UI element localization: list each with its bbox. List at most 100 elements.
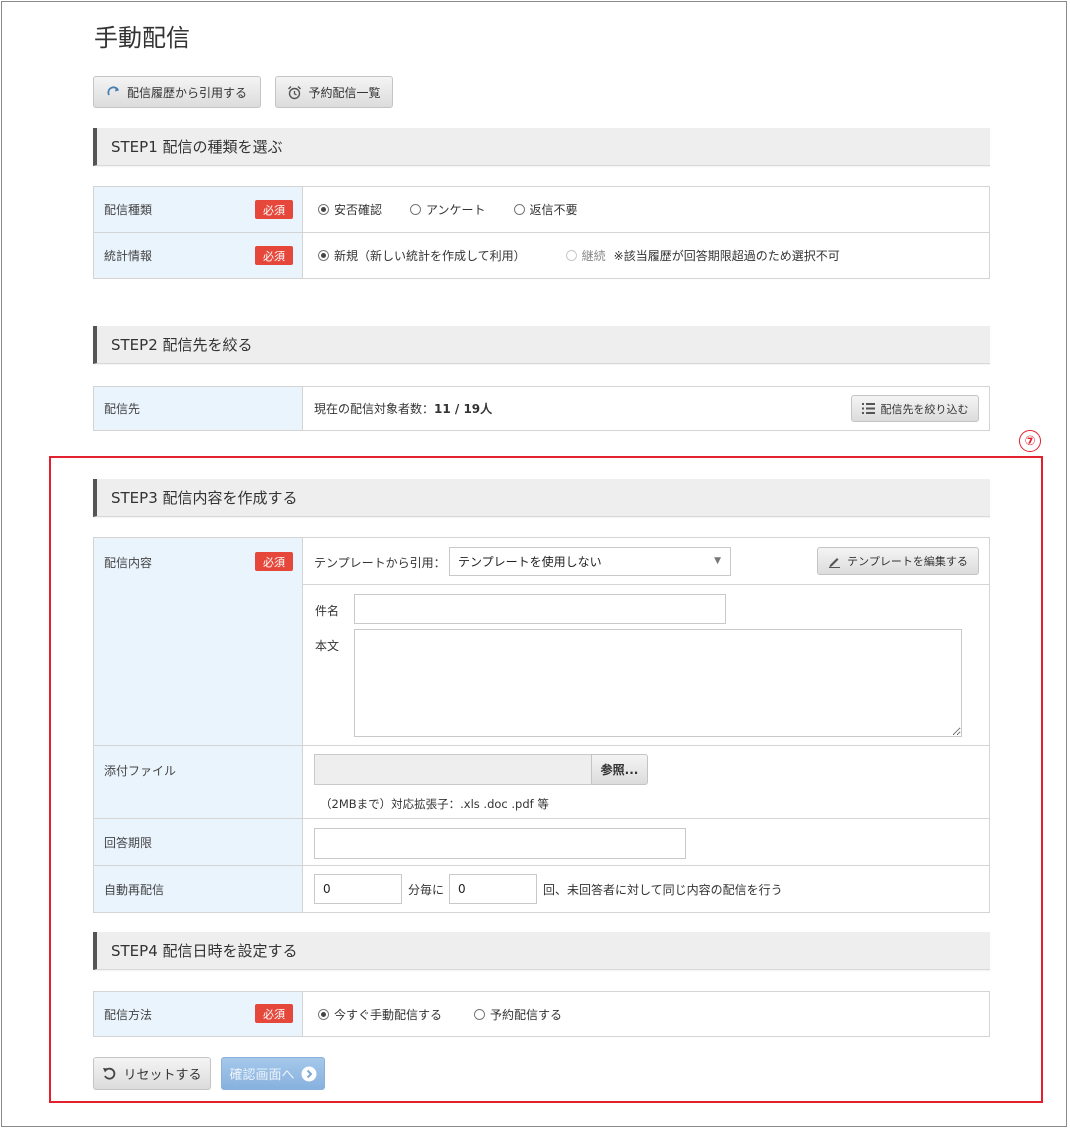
method-label-cell: 配信方法 必須 bbox=[94, 992, 303, 1036]
template-select[interactable]: テンプレートを使用しない ▼ bbox=[449, 547, 731, 576]
content-row: 配信内容 必須 テンプレートから引用： テンプレートを使用しない ▼ テンプレー… bbox=[94, 538, 989, 746]
template-prefix: テンプレートから引用： bbox=[314, 556, 446, 570]
deadline-label: 回答期限 bbox=[104, 835, 153, 850]
radio-dot bbox=[318, 250, 329, 261]
step2-table: 配信先 現在の配信対象者数： 11 / 19人 配信先を絞り込む bbox=[93, 386, 990, 431]
radio-dot bbox=[565, 250, 577, 261]
step2-header: STEP2 配信先を絞る bbox=[93, 326, 990, 364]
target-cell: 現在の配信対象者数： 11 / 19人 配信先を絞り込む bbox=[303, 387, 989, 430]
type-options: 安否確認 アンケート 返信不要 bbox=[303, 187, 989, 232]
filter-targets-button[interactable]: 配信先を絞り込む bbox=[851, 395, 979, 422]
radio-dot bbox=[318, 204, 329, 215]
radio-safety-check[interactable]: 安否確認 bbox=[318, 201, 382, 218]
stats-options: 新規（新しい統計を作成して利用） 継続 ※該当履歴が回答期限超過のため選択不可 bbox=[303, 233, 989, 278]
browse-button[interactable]: 参照... bbox=[591, 754, 648, 785]
method-options: 今すぐ手動配信する 予約配信する bbox=[303, 992, 989, 1036]
radio-dot bbox=[513, 204, 525, 215]
radio-dot bbox=[474, 1008, 486, 1020]
radio-label: 予約配信する bbox=[490, 1007, 563, 1022]
auto-resend-label-cell: 自動再配信 bbox=[94, 866, 303, 912]
step1-header: STEP1 配信の種類を選ぶ bbox=[93, 128, 990, 166]
history-quote-button[interactable]: 配信履歴から引用する bbox=[93, 76, 261, 108]
confirm-button[interactable]: 確認画面へ bbox=[221, 1057, 325, 1090]
filter-targets-label: 配信先を絞り込む bbox=[880, 402, 969, 416]
stats-label-cell: 統計情報 必須 bbox=[94, 233, 303, 278]
undo-icon bbox=[103, 1067, 116, 1080]
refresh-icon bbox=[107, 86, 119, 96]
pencil-icon bbox=[829, 557, 841, 568]
deadline-row: 回答期限 bbox=[94, 819, 989, 866]
radio-schedule[interactable]: 予約配信する bbox=[474, 1006, 562, 1023]
resend-times-input[interactable]: 0 bbox=[449, 874, 537, 904]
confirm-label: 確認画面へ bbox=[229, 1068, 295, 1083]
content-label: 配信内容 bbox=[104, 556, 153, 570]
attachment-label: 添付ファイル bbox=[104, 764, 177, 778]
auto-resend-cell: 0 分毎に 0 回、未回答者に対して同じ内容の配信を行う bbox=[303, 866, 989, 912]
radio-dot bbox=[410, 204, 422, 215]
auto-resend-label: 自動再配信 bbox=[104, 882, 165, 897]
subject-input[interactable] bbox=[354, 594, 726, 624]
radio-no-reply[interactable]: 返信不要 bbox=[513, 201, 578, 218]
step1-table: 配信種類 必須 安否確認 アンケート 返信不要 統計情報 必須 新規（新しい統計… bbox=[93, 186, 990, 279]
deadline-cell bbox=[303, 819, 989, 865]
body-label: 本文 bbox=[315, 639, 340, 653]
required-badge: 必須 bbox=[255, 246, 293, 265]
radio-stats-continue: 継続 bbox=[565, 247, 606, 264]
required-badge: 必須 bbox=[255, 200, 293, 219]
content-label-cell: 配信内容 必須 bbox=[94, 538, 303, 745]
radio-send-now[interactable]: 今すぐ手動配信する bbox=[318, 1006, 442, 1023]
chevron-down-icon: ▼ bbox=[714, 556, 721, 566]
subject-label: 件名 bbox=[315, 604, 340, 618]
resend-suffix-text: 回、未回答者に対して同じ内容の配信を行う bbox=[543, 883, 783, 897]
scheduled-list-label: 予約配信一覧 bbox=[308, 85, 381, 100]
radio-label: 安否確認 bbox=[334, 203, 383, 217]
scheduled-list-button[interactable]: 予約配信一覧 bbox=[275, 76, 393, 108]
resend-minutes-input[interactable]: 0 bbox=[314, 874, 402, 904]
deadline-input[interactable] bbox=[314, 828, 686, 859]
method-row: 配信方法 必須 今すぐ手動配信する 予約配信する bbox=[94, 992, 989, 1036]
target-row: 配信先 現在の配信対象者数： 11 / 19人 配信先を絞り込む bbox=[94, 387, 989, 430]
alarm-clock-icon bbox=[288, 85, 302, 99]
required-badge: 必須 bbox=[255, 552, 293, 571]
step3-header: STEP3 配信内容を作成する bbox=[93, 479, 990, 517]
radio-label: 新規（新しい統計を作成して利用） bbox=[334, 249, 526, 263]
attachment-label-cell: 添付ファイル bbox=[94, 746, 303, 818]
type-label-cell: 配信種類 必須 bbox=[94, 187, 303, 232]
method-label: 配信方法 bbox=[104, 1007, 153, 1022]
file-path-field[interactable] bbox=[314, 754, 592, 785]
resend-every-text: 分毎に bbox=[408, 883, 445, 897]
target-label: 配信先 bbox=[104, 402, 141, 416]
type-label: 配信種類 bbox=[104, 203, 153, 217]
required-badge: 必須 bbox=[255, 1004, 293, 1023]
radio-dot bbox=[318, 1008, 329, 1020]
target-label-cell: 配信先 bbox=[94, 387, 303, 430]
stats-label: 統計情報 bbox=[104, 249, 153, 263]
template-bar: テンプレートから引用： テンプレートを使用しない ▼ テンプレートを編集する bbox=[303, 538, 989, 585]
target-count-prefix: 現在の配信対象者数： bbox=[314, 402, 435, 416]
step4-table: 配信方法 必須 今すぐ手動配信する 予約配信する bbox=[93, 991, 990, 1037]
attachment-cell: 参照... （2MBまで）対応拡張子：.xls .doc .pdf 等 bbox=[303, 746, 989, 818]
list-icon bbox=[861, 403, 875, 414]
attachment-note: （2MBまで）対応拡張子：.xls .doc .pdf 等 bbox=[320, 797, 549, 811]
stats-note: ※該当履歴が回答期限超過のため選択不可 bbox=[613, 249, 840, 263]
radio-label: アンケート bbox=[426, 203, 486, 217]
edit-template-button[interactable]: テンプレートを編集する bbox=[817, 547, 979, 575]
type-row: 配信種類 必須 安否確認 アンケート 返信不要 bbox=[94, 187, 989, 233]
target-count-value: 11 / 19人 bbox=[434, 402, 493, 416]
radio-label: 今すぐ手動配信する bbox=[334, 1007, 443, 1022]
step4-header: STEP4 配信日時を設定する bbox=[93, 932, 990, 970]
stats-row: 統計情報 必須 新規（新しい統計を作成して利用） 継続 ※該当履歴が回答期限超過… bbox=[94, 233, 989, 278]
attachment-row: 添付ファイル 参照... （2MBまで）対応拡張子：.xls .doc .pdf… bbox=[94, 746, 989, 819]
reset-label: リセットする bbox=[123, 1068, 202, 1083]
body-textarea[interactable] bbox=[354, 629, 962, 737]
radio-survey[interactable]: アンケート bbox=[410, 201, 486, 218]
deadline-label-cell: 回答期限 bbox=[94, 819, 303, 865]
auto-resend-row: 自動再配信 0 分毎に 0 回、未回答者に対して同じ内容の配信を行う bbox=[94, 866, 989, 912]
callout-number: ⑦ bbox=[1019, 430, 1041, 452]
content-cell: テンプレートから引用： テンプレートを使用しない ▼ テンプレートを編集する 件… bbox=[303, 538, 989, 745]
radio-label: 返信不要 bbox=[529, 203, 578, 217]
radio-stats-new[interactable]: 新規（新しい統計を作成して利用） bbox=[318, 247, 526, 264]
page-title: 手動配信 bbox=[94, 24, 190, 52]
reset-button[interactable]: リセットする bbox=[93, 1057, 211, 1090]
arrow-right-circle-icon bbox=[301, 1066, 316, 1081]
